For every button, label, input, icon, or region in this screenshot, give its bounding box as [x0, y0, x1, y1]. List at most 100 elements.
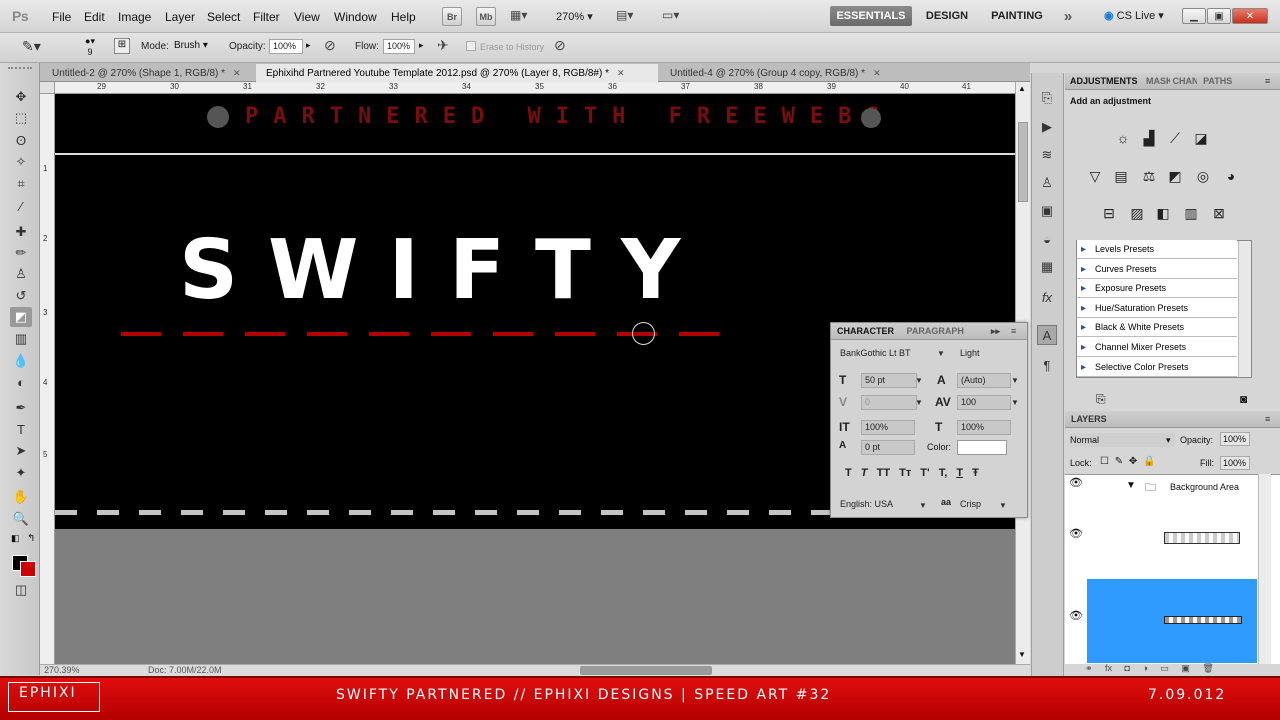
- blend-mode-dropdown[interactable]: Normal ▾: [1070, 433, 1175, 447]
- posterize-icon[interactable]: ▨: [1126, 202, 1148, 224]
- shape-tool-icon[interactable]: ✦: [10, 463, 32, 483]
- menu-image[interactable]: Image: [118, 10, 151, 24]
- tab-close-icon[interactable]: ✕: [617, 68, 625, 78]
- lasso-tool-icon[interactable]: ʘ: [10, 130, 32, 150]
- menu-view[interactable]: View: [294, 10, 320, 24]
- selective-color-icon[interactable]: ⊠: [1208, 202, 1230, 224]
- tab-ephixihd-template[interactable]: Ephixihd Partnered Youtube Template 2012…: [256, 64, 658, 82]
- eraser-tool-icon[interactable]: ◩: [10, 307, 32, 327]
- brush-presets-icon[interactable]: ≋: [1037, 145, 1057, 165]
- underline-button[interactable]: T: [956, 467, 963, 479]
- threshold-icon[interactable]: ◧: [1152, 202, 1174, 224]
- background-color-swatch[interactable]: [20, 561, 36, 577]
- tool-preset-icon[interactable]: ✎▾: [22, 38, 41, 55]
- text-color-swatch[interactable]: [957, 440, 1007, 455]
- pressure-opacity-icon[interactable]: ⊘: [324, 37, 336, 54]
- workspace-design[interactable]: DESIGN: [920, 6, 974, 26]
- preset-black-white[interactable]: Black & White Presets: [1077, 318, 1237, 337]
- fx-panel-icon[interactable]: fx: [1037, 287, 1057, 307]
- minimize-button[interactable]: ▁: [1182, 8, 1206, 24]
- black-white-icon[interactable]: ◩: [1164, 165, 1186, 187]
- brightness-contrast-icon[interactable]: ☼: [1112, 127, 1134, 149]
- panel-menu-icon[interactable]: ≡: [1265, 411, 1270, 428]
- tab-channels[interactable]: CHANNELS: [1173, 73, 1197, 90]
- tracking-field[interactable]: 100: [957, 395, 1011, 410]
- crop-tool-icon[interactable]: ⌗: [10, 174, 32, 194]
- actions-panel-icon[interactable]: ▶: [1037, 117, 1057, 137]
- visibility-eye-icon[interactable]: 👁: [1065, 527, 1087, 549]
- clip-layer-icon[interactable]: ⎘: [1096, 392, 1106, 407]
- photo-filter-icon[interactable]: ◎: [1192, 165, 1214, 187]
- language-dropdown[interactable]: English: USA: [837, 498, 917, 513]
- swap-colors-icon[interactable]: ↰: [27, 533, 35, 544]
- menu-file[interactable]: File: [52, 10, 71, 24]
- menu-edit[interactable]: Edit: [84, 10, 105, 24]
- character-panel-icon[interactable]: A: [1037, 325, 1057, 345]
- preset-exposure[interactable]: Exposure Presets: [1077, 279, 1237, 298]
- eyedropper-icon[interactable]: ⁄: [10, 196, 32, 216]
- subscript-button[interactable]: T,: [939, 467, 948, 479]
- paragraph-panel-icon[interactable]: ¶: [1037, 355, 1057, 375]
- preset-hue-saturation[interactable]: Hue/Saturation Presets: [1077, 299, 1237, 318]
- airbrush-icon[interactable]: ✈: [437, 37, 449, 54]
- horizontal-scrollbar[interactable]: 270.39% Doc: 7.00M/22.0M: [40, 664, 1030, 676]
- pressure-size-icon[interactable]: ⊘: [554, 37, 566, 54]
- tab-masks[interactable]: MASKS: [1146, 73, 1170, 90]
- swatches-panel-icon[interactable]: ▦: [1037, 257, 1057, 277]
- layers-footer-buttons[interactable]: ⚭ fx ◘ ◑ ▭ ▣ 🗑: [1085, 663, 1265, 675]
- invert-icon[interactable]: ⊟: [1098, 202, 1120, 224]
- layer-opacity-field[interactable]: 100%: [1220, 432, 1250, 446]
- minibridge-button[interactable]: Mb: [476, 7, 496, 26]
- menu-filter[interactable]: Filter: [253, 10, 280, 24]
- pen-tool-icon[interactable]: ✒: [10, 398, 32, 418]
- history-panel-icon[interactable]: ⎘: [1037, 88, 1057, 108]
- preset-curves[interactable]: Curves Presets: [1077, 260, 1237, 279]
- horizontal-scroll-thumb[interactable]: [580, 666, 712, 675]
- panel-menu-icon[interactable]: ≡: [1265, 73, 1270, 90]
- zoom-readout[interactable]: 270.39%: [44, 665, 80, 675]
- strikethrough-button[interactable]: Ŧ: [972, 467, 979, 479]
- panel-collapse-icon[interactable]: ▸▸: [991, 323, 1000, 340]
- healing-brush-icon[interactable]: ✚: [10, 222, 32, 242]
- arrange-documents-icon[interactable]: ▤▾: [616, 8, 633, 22]
- blur-tool-icon[interactable]: 💧: [10, 351, 32, 371]
- flow-slider-icon[interactable]: ▸: [419, 40, 424, 51]
- lock-options[interactable]: ☐ ✎ ✥ 🔒: [1100, 456, 1156, 467]
- panel-menu-icon[interactable]: ≡: [1011, 323, 1016, 340]
- dodge-tool-icon[interactable]: ◐: [10, 372, 32, 392]
- small-caps-button[interactable]: Tт: [899, 467, 911, 479]
- cs-live-button[interactable]: ◉ CS Live ▾: [1104, 9, 1164, 22]
- history-brush-icon[interactable]: ↺: [10, 286, 32, 306]
- vertical-scroll-thumb[interactable]: [1018, 122, 1028, 202]
- superscript-button[interactable]: T': [920, 467, 929, 479]
- font-style-dropdown[interactable]: Light: [957, 347, 1021, 362]
- fill-field[interactable]: 100%: [1220, 456, 1250, 470]
- opacity-field[interactable]: 100%: [269, 39, 303, 54]
- baseline-shift-field[interactable]: 0 pt: [861, 440, 915, 455]
- adjustments-options-icon[interactable]: ◙: [1240, 392, 1247, 406]
- hand-tool-icon[interactable]: ✋: [10, 487, 32, 507]
- workspace-essentials[interactable]: ESSENTIALS: [830, 6, 912, 26]
- font-family-dropdown[interactable]: BankGothic Lt BT: [837, 347, 949, 362]
- preset-levels[interactable]: Levels Presets: [1077, 240, 1237, 259]
- move-tool-icon[interactable]: ✥: [10, 87, 32, 107]
- scroll-down-icon[interactable]: ▼: [1018, 650, 1026, 659]
- path-select-icon[interactable]: ➤: [10, 441, 32, 461]
- brush-picker[interactable]: ●▾ 9: [72, 36, 108, 60]
- maximize-button[interactable]: ▣: [1207, 8, 1231, 24]
- preset-selective-color[interactable]: Selective Color Presets: [1077, 358, 1237, 377]
- layers-scrollbar[interactable]: [1258, 474, 1271, 664]
- 3d-panel-icon[interactable]: ◒: [1037, 229, 1057, 249]
- tab-adjustments[interactable]: ADJUSTMENTS: [1070, 76, 1138, 86]
- levels-icon[interactable]: ▟: [1138, 127, 1160, 149]
- tab-paragraph[interactable]: PARAGRAPH: [907, 326, 964, 336]
- visibility-eye-icon[interactable]: 👁: [1065, 476, 1087, 498]
- vibrance-icon[interactable]: ▽: [1084, 165, 1106, 187]
- tab-untitled-4[interactable]: Untitled-4 @ 270% (Group 4 copy, RGB/8) …: [660, 64, 898, 82]
- presets-scrollbar[interactable]: [1238, 241, 1251, 377]
- menu-help[interactable]: Help: [391, 10, 416, 24]
- clone-source-icon[interactable]: ♙: [1037, 173, 1057, 193]
- tab-close-icon[interactable]: ✕: [873, 68, 881, 78]
- brush-tool-icon[interactable]: ✏: [10, 243, 32, 263]
- workspace-painting[interactable]: PAINTING: [984, 6, 1050, 26]
